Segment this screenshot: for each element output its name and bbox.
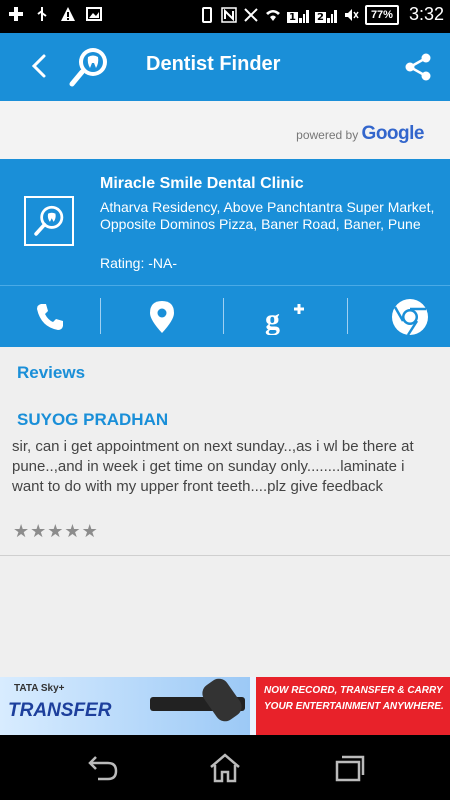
google-plus-icon: g xyxy=(265,303,304,335)
image-icon xyxy=(86,7,102,21)
dentist-finder-logo-icon xyxy=(69,48,107,87)
sim2-label: 2 xyxy=(314,11,326,23)
star-icon: ★ xyxy=(30,521,47,542)
star-icon: ★ xyxy=(47,521,64,542)
back-icon[interactable] xyxy=(25,51,55,81)
divider xyxy=(0,555,450,556)
review-author: SUYOG PRADHAN xyxy=(17,410,169,429)
call-button[interactable] xyxy=(0,286,100,348)
reviews-heading: Reviews xyxy=(17,363,86,382)
clinic-card: Miracle Smile Dental Clinic Atharva Resi… xyxy=(0,159,450,285)
warning-icon xyxy=(61,7,75,21)
review-text: sir, can i get appointment on next sunda… xyxy=(12,438,414,495)
clinic-rating: Rating: -NA- xyxy=(100,255,178,271)
ad-line-2: YOUR ENTERTAINMENT ANYWHERE. xyxy=(264,701,444,712)
clinic-search-icon xyxy=(24,196,74,246)
add-icon xyxy=(9,7,23,21)
map-pin-icon xyxy=(150,301,174,333)
ad-brand-top: TATA Sky+ xyxy=(14,683,65,694)
nfc-icon xyxy=(221,6,237,23)
ad-brand: TRANSFER xyxy=(8,700,112,721)
svg-text:g: g xyxy=(265,303,280,335)
star-icon: ★ xyxy=(13,521,30,542)
share-icon[interactable] xyxy=(402,51,434,83)
clock: 3:32 xyxy=(408,4,444,24)
clinic-name: Miracle Smile Dental Clinic xyxy=(100,175,304,192)
status-bar: 1 2 77% 3:32 xyxy=(0,0,450,33)
sim1-signal-icon: 1 xyxy=(286,7,309,23)
mute-icon xyxy=(344,8,359,21)
phone-icon xyxy=(201,6,212,23)
action-bar: g xyxy=(0,285,450,347)
star-icon: ★ xyxy=(81,521,98,542)
review-rating-stars: ★ ★ ★ ★ ★ xyxy=(13,523,98,541)
app-bar: Dentist Finder xyxy=(0,33,450,101)
usb-icon xyxy=(37,7,47,21)
home-nav-icon[interactable] xyxy=(208,753,242,783)
powered-by-label: powered by xyxy=(296,128,362,142)
sim2-signal-icon: 2 xyxy=(314,7,337,23)
ad-line-1: NOW RECORD, TRANSFER & CARRY xyxy=(264,685,443,696)
app-title: Dentist Finder xyxy=(146,53,281,75)
google-logo: Google xyxy=(361,123,425,144)
bluetooth-off-icon xyxy=(244,7,258,22)
clinic-address: Atharva Residency, Above Panchtantra Sup… xyxy=(100,199,435,232)
star-icon: ★ xyxy=(64,521,81,542)
powered-by-google: powered by Google xyxy=(0,101,450,159)
map-button[interactable] xyxy=(112,286,212,348)
google-plus-button[interactable]: g xyxy=(236,286,336,348)
wifi-icon xyxy=(265,9,280,21)
battery-icon: 77% xyxy=(364,4,399,25)
sim1-label: 1 xyxy=(286,11,298,23)
chrome-button[interactable] xyxy=(360,286,450,348)
chrome-icon xyxy=(392,299,428,336)
ad-banner[interactable]: TATA Sky+ TRANSFER NOW RECORD, TRANSFER … xyxy=(0,677,450,735)
remote-image xyxy=(198,677,246,726)
back-nav-icon[interactable] xyxy=(86,753,120,783)
recent-apps-nav-icon[interactable] xyxy=(333,753,367,783)
phone-call-icon xyxy=(37,304,63,330)
navigation-bar xyxy=(0,735,450,800)
